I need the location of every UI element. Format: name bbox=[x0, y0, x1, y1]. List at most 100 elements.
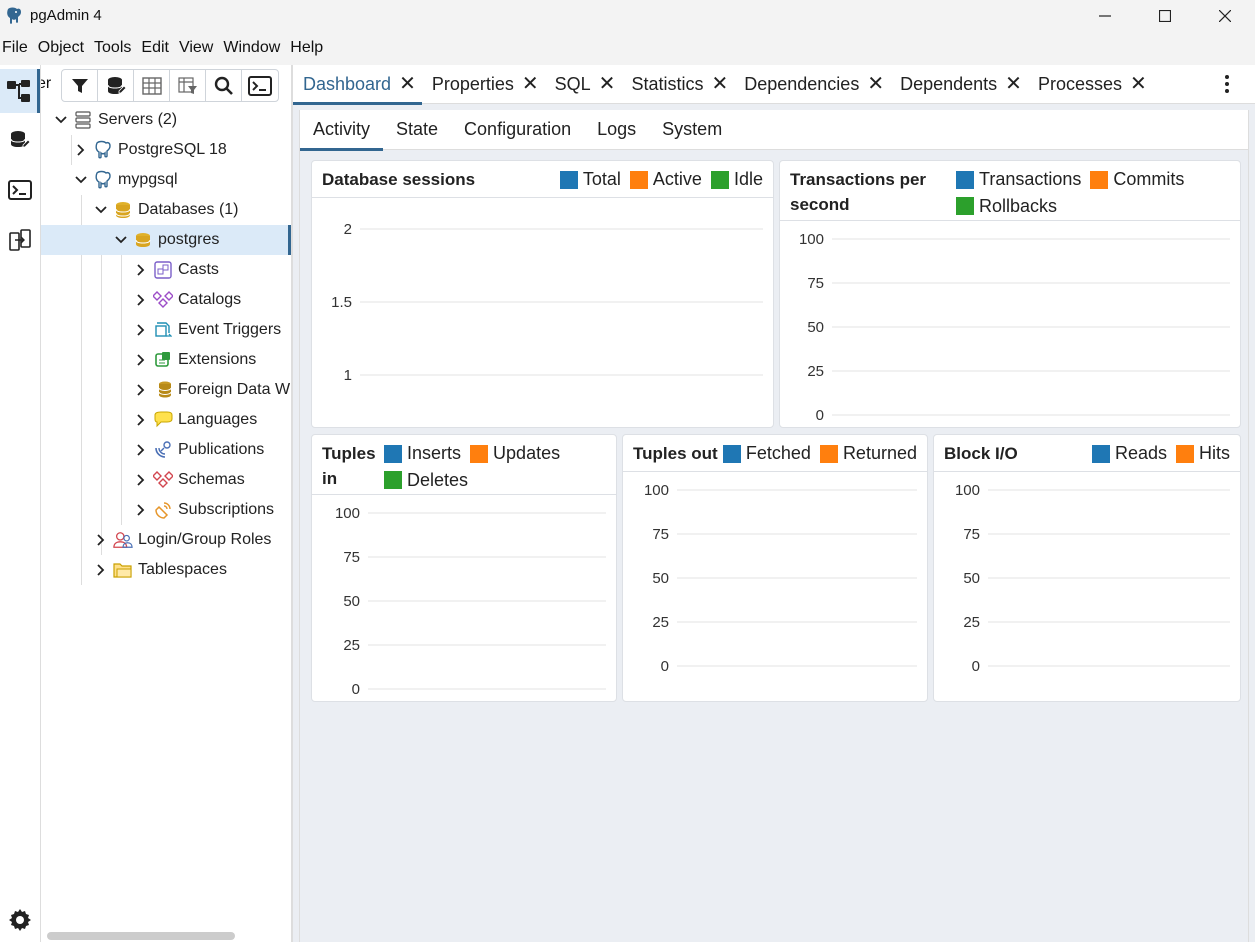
legend-item-idle[interactable]: Idle bbox=[710, 167, 763, 192]
filter-button[interactable] bbox=[62, 70, 98, 101]
tree-node-catalogs[interactable]: Catalogs bbox=[131, 285, 241, 315]
tree-node-publications[interactable]: Publications bbox=[131, 435, 264, 465]
chevron-down-icon[interactable] bbox=[111, 230, 131, 250]
psql-tool-button[interactable] bbox=[242, 70, 278, 101]
menu-view[interactable]: View bbox=[177, 39, 219, 57]
menu-tools[interactable]: Tools bbox=[92, 39, 137, 57]
chevron-down-icon[interactable] bbox=[71, 170, 91, 190]
menu-object[interactable]: Object bbox=[36, 39, 90, 57]
tree-node-servers[interactable]: Servers (2) bbox=[51, 105, 177, 135]
y-tick-label: 50 bbox=[343, 593, 360, 610]
chevron-right-icon[interactable] bbox=[131, 260, 151, 280]
close-icon[interactable]: ✕ bbox=[711, 74, 728, 94]
close-icon[interactable]: ✕ bbox=[522, 74, 539, 94]
subtab-configuration[interactable]: Configuration bbox=[451, 110, 584, 150]
tab-properties[interactable]: Properties ✕ bbox=[422, 65, 545, 104]
legend-item-returned[interactable]: Returned bbox=[819, 441, 917, 466]
legend-label: Rollbacks bbox=[979, 195, 1058, 216]
tree-node-extensions[interactable]: Extensions bbox=[131, 345, 256, 375]
close-icon[interactable]: ✕ bbox=[599, 74, 616, 94]
tree-node-postgresql-18[interactable]: PostgreSQL 18 bbox=[71, 135, 227, 165]
chevron-right-icon[interactable] bbox=[91, 530, 111, 550]
menu-help[interactable]: Help bbox=[288, 39, 329, 57]
query-tool-button[interactable] bbox=[98, 70, 134, 101]
subtab-activity[interactable]: Activity bbox=[300, 110, 384, 151]
chevron-right-icon[interactable] bbox=[131, 320, 151, 340]
subtab-state[interactable]: State bbox=[383, 110, 451, 150]
legend-label: Active bbox=[652, 169, 702, 189]
subtab-logs[interactable]: Logs bbox=[584, 110, 649, 150]
legend-item-reads[interactable]: Reads bbox=[1091, 441, 1167, 466]
chevron-right-icon[interactable] bbox=[131, 380, 151, 400]
chevron-down-icon[interactable] bbox=[91, 200, 111, 220]
chevron-right-icon[interactable] bbox=[131, 350, 151, 370]
tree-node-casts[interactable]: Casts bbox=[131, 255, 219, 285]
tree-node-mypgsql[interactable]: mypgsql bbox=[71, 165, 178, 195]
tree-node-foreign-data-wrappers[interactable]: Foreign Data W bbox=[131, 375, 290, 405]
maximize-button[interactable] bbox=[1135, 0, 1195, 31]
schema-diff-workspace-button[interactable] bbox=[0, 218, 40, 262]
more-options-icon[interactable] bbox=[1217, 73, 1237, 95]
legend-swatch bbox=[559, 170, 578, 189]
query-tool-workspace-button[interactable] bbox=[0, 118, 40, 162]
chevron-right-icon[interactable] bbox=[131, 470, 151, 490]
chevron-right-icon[interactable] bbox=[131, 440, 151, 460]
legend-item-total[interactable]: Total bbox=[559, 167, 621, 192]
subtab-system[interactable]: System bbox=[649, 110, 735, 150]
tree-node-subscriptions[interactable]: Subscriptions bbox=[131, 495, 274, 525]
legend-item-commits[interactable]: Commits bbox=[1090, 167, 1184, 192]
tree-node-label: Subscriptions bbox=[178, 501, 275, 518]
close-window-button[interactable] bbox=[1195, 0, 1255, 31]
chevron-down-icon[interactable] bbox=[51, 110, 71, 130]
tab-sql[interactable]: SQL ✕ bbox=[545, 65, 622, 104]
tab-processes[interactable]: Processes ✕ bbox=[1028, 65, 1153, 104]
legend-item-hits[interactable]: Hits bbox=[1176, 441, 1230, 466]
tree-node-login-group-roles[interactable]: Login/Group Roles bbox=[91, 525, 271, 555]
chevron-right-icon[interactable] bbox=[131, 500, 151, 520]
tree-node-schemas[interactable]: Schemas bbox=[131, 465, 245, 495]
view-data-button[interactable] bbox=[134, 70, 170, 101]
close-icon[interactable]: ✕ bbox=[1130, 74, 1147, 94]
tab-statistics[interactable]: Statistics ✕ bbox=[621, 65, 734, 104]
minimize-button[interactable] bbox=[1075, 0, 1135, 31]
filtered-rows-button[interactable] bbox=[170, 70, 206, 101]
close-icon[interactable]: ✕ bbox=[1005, 74, 1022, 94]
search-objects-button[interactable] bbox=[206, 70, 242, 101]
close-icon[interactable]: ✕ bbox=[399, 74, 416, 94]
tree-node-postgres[interactable]: postgres bbox=[41, 225, 291, 255]
tree-node-databases[interactable]: Databases (1) bbox=[91, 195, 239, 225]
tab-dependencies[interactable]: Dependencies ✕ bbox=[734, 65, 890, 104]
settings-button[interactable] bbox=[0, 902, 40, 938]
legend-item-updates[interactable]: Updates bbox=[470, 441, 560, 466]
legend-item-active[interactable]: Active bbox=[629, 167, 702, 192]
chevron-right-icon[interactable] bbox=[71, 140, 91, 160]
chart-legend: Inserts Updates Deletes bbox=[384, 441, 614, 494]
main-panel: Dashboard ✕ Properties ✕ SQL ✕ Statistic… bbox=[293, 65, 1255, 942]
object-explorer-button[interactable] bbox=[0, 69, 40, 113]
tab-dashboard[interactable]: Dashboard ✕ bbox=[293, 65, 422, 105]
tree-node-label: Foreign Data W bbox=[178, 381, 291, 398]
pgadmin-elephant-icon bbox=[4, 6, 24, 26]
legend-item-transactions[interactable]: Transactions bbox=[956, 167, 1081, 192]
legend-label: Transactions bbox=[979, 169, 1082, 189]
chevron-right-icon[interactable] bbox=[131, 290, 151, 310]
terminal-icon bbox=[8, 180, 32, 200]
legend-item-inserts[interactable]: Inserts bbox=[384, 441, 461, 466]
tab-dependents[interactable]: Dependents ✕ bbox=[890, 65, 1028, 104]
menu-file[interactable]: File bbox=[0, 39, 34, 57]
tree-node-tablespaces[interactable]: Tablespaces bbox=[91, 555, 227, 585]
legend-item-deletes[interactable]: Deletes bbox=[384, 468, 468, 493]
tree-node-languages[interactable]: Languages bbox=[131, 405, 257, 435]
legend-item-rollbacks[interactable]: Rollbacks bbox=[956, 194, 1057, 219]
extensions-icon bbox=[153, 350, 173, 370]
psql-workspace-button[interactable] bbox=[0, 168, 40, 212]
tablespaces-icon bbox=[113, 560, 133, 580]
menu-edit[interactable]: Edit bbox=[139, 39, 175, 57]
tree-node-event-triggers[interactable]: Event Triggers bbox=[131, 315, 281, 345]
legend-item-fetched[interactable]: Fetched bbox=[722, 441, 811, 466]
close-icon[interactable]: ✕ bbox=[867, 74, 884, 94]
chevron-right-icon[interactable] bbox=[131, 410, 151, 430]
chevron-right-icon[interactable] bbox=[91, 560, 111, 580]
explorer-horizontal-scrollbar[interactable] bbox=[47, 932, 235, 940]
menu-window[interactable]: Window bbox=[221, 39, 286, 57]
